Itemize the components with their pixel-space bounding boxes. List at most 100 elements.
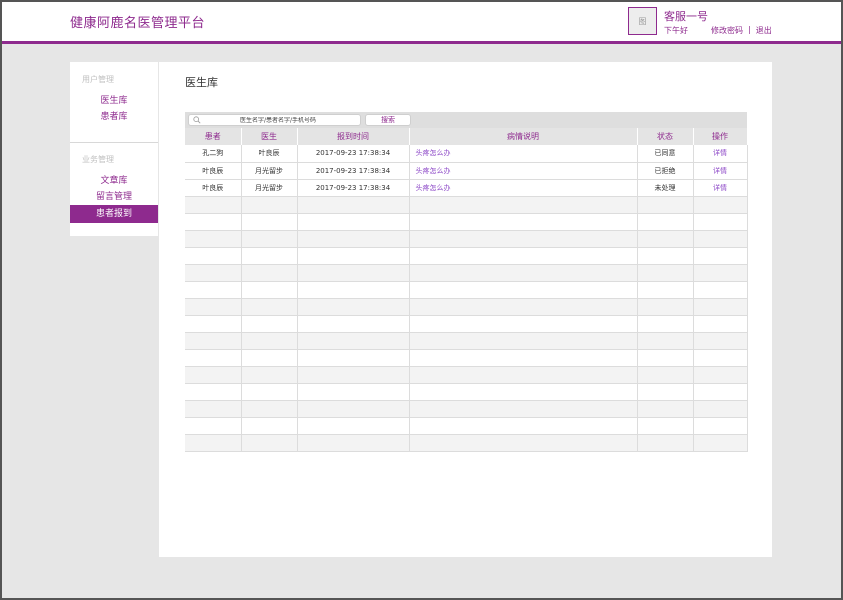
- column-header-patient[interactable]: 患者: [185, 128, 242, 145]
- empty-cell: [241, 349, 298, 367]
- empty-cell: [241, 213, 298, 231]
- main-panel: 医生库 搜索 患者 医生 报到时间 病情说明 状态 操作: [159, 62, 772, 557]
- empty-cell: [409, 264, 638, 282]
- empty-cell: [297, 315, 410, 333]
- empty-cell: [297, 230, 410, 248]
- image-icon: 图: [638, 16, 647, 26]
- empty-cell: [297, 213, 410, 231]
- empty-cell: [409, 281, 638, 299]
- empty-cell: [185, 213, 242, 231]
- empty-cell: [637, 383, 694, 401]
- empty-cell: [637, 196, 694, 214]
- empty-cell: [693, 264, 748, 282]
- empty-cell: [637, 315, 694, 333]
- sidebar-divider: [70, 142, 158, 143]
- empty-table-row: [185, 315, 748, 333]
- search-box: [188, 114, 361, 126]
- empty-cell: [185, 264, 242, 282]
- empty-table-row: [185, 332, 748, 350]
- empty-cell: [185, 434, 242, 452]
- change-password-link[interactable]: 修改密码: [711, 25, 743, 36]
- cell-patient: 叶良辰: [185, 162, 242, 180]
- sidebar-group-user: 用户管理 医生库 患者库: [70, 74, 158, 125]
- empty-cell: [693, 281, 748, 299]
- empty-cell: [637, 332, 694, 350]
- empty-cell: [693, 315, 748, 333]
- empty-cell: [185, 383, 242, 401]
- empty-cell: [693, 332, 748, 350]
- empty-cell: [185, 349, 242, 367]
- empty-table-row: [185, 264, 748, 282]
- empty-cell: [409, 332, 638, 350]
- empty-cell: [409, 383, 638, 401]
- empty-cell: [693, 298, 748, 316]
- empty-cell: [409, 213, 638, 231]
- cell-description-link[interactable]: 头疼怎么办: [409, 179, 638, 197]
- empty-cell: [409, 315, 638, 333]
- detail-link[interactable]: 详情: [693, 179, 748, 197]
- empty-cell: [185, 417, 242, 435]
- cell-time: 2017-09-23 17:38:34: [297, 179, 410, 197]
- logout-link[interactable]: 退出: [756, 25, 772, 36]
- empty-cell: [297, 298, 410, 316]
- cell-time: 2017-09-23 17:38:34: [297, 162, 410, 180]
- link-separator: |: [748, 25, 751, 34]
- sidebar-group-title: 用户管理: [82, 75, 114, 84]
- empty-cell: [693, 247, 748, 265]
- cell-description-link[interactable]: 头疼怎么办: [409, 162, 638, 180]
- app-title: 健康阿鹿名医管理平台: [70, 16, 206, 31]
- empty-cell: [637, 264, 694, 282]
- sidebar-group-business: 业务管理 文章库 留言管理 患者报到: [70, 154, 158, 223]
- search-icon: [193, 115, 203, 125]
- empty-cell: [409, 400, 638, 418]
- empty-cell: [241, 332, 298, 350]
- empty-cell: [409, 298, 638, 316]
- sidebar-item-article-library[interactable]: 文章库: [70, 173, 158, 189]
- sidebar-item-message-management[interactable]: 留言管理: [70, 189, 158, 205]
- empty-cell: [241, 196, 298, 214]
- table-row[interactable]: 孔二狗 叶良辰 2017-09-23 17:38:34 头疼怎么办 已同意 详情: [185, 145, 748, 163]
- cell-doctor: 月光留步: [241, 162, 298, 180]
- cell-status: 已同意: [637, 145, 694, 163]
- table-row[interactable]: 叶良辰 月光留步 2017-09-23 17:38:34 头疼怎么办 已拒绝 详…: [185, 162, 748, 180]
- sidebar-item-doctor-library[interactable]: 医生库: [70, 93, 158, 109]
- sidebar-item-patient-checkin[interactable]: 患者报到: [70, 205, 158, 223]
- column-header-checkin-time[interactable]: 报到时间: [297, 128, 410, 145]
- empty-cell: [693, 434, 748, 452]
- top-header: 健康阿鹿名医管理平台 图 客服一号 下午好 修改密码 | 退出: [0, 0, 843, 44]
- empty-cell: [297, 417, 410, 435]
- sidebar-item-patient-library[interactable]: 患者库: [70, 109, 158, 125]
- checkin-table: 患者 医生 报到时间 病情说明 状态 操作 孔二狗 叶良辰 2017-09-23…: [185, 128, 748, 452]
- search-toolbar: 搜索: [185, 112, 747, 128]
- avatar[interactable]: 图: [628, 7, 657, 35]
- empty-cell: [297, 366, 410, 384]
- empty-cell: [185, 298, 242, 316]
- search-input[interactable]: [203, 116, 353, 124]
- empty-table-row: [185, 281, 748, 299]
- search-button[interactable]: 搜索: [365, 114, 411, 126]
- sidebar-group-title: 业务管理: [82, 155, 114, 164]
- cell-description-link[interactable]: 头疼怎么办: [409, 145, 638, 163]
- empty-cell: [241, 400, 298, 418]
- empty-cell: [693, 383, 748, 401]
- empty-cell: [409, 349, 638, 367]
- detail-link[interactable]: 详情: [693, 162, 748, 180]
- table-row[interactable]: 叶良辰 月光留步 2017-09-23 17:38:34 头疼怎么办 未处理 详…: [185, 179, 748, 197]
- column-header-status[interactable]: 状态: [637, 128, 694, 145]
- empty-cell: [241, 230, 298, 248]
- column-header-action[interactable]: 操作: [693, 128, 748, 145]
- empty-cell: [241, 434, 298, 452]
- empty-cell: [297, 196, 410, 214]
- cell-patient: 孔二狗: [185, 145, 242, 163]
- empty-cell: [297, 247, 410, 265]
- detail-link[interactable]: 详情: [693, 145, 748, 163]
- cell-status: 已拒绝: [637, 162, 694, 180]
- column-header-description[interactable]: 病情说明: [409, 128, 638, 145]
- empty-cell: [185, 230, 242, 248]
- column-header-doctor[interactable]: 医生: [241, 128, 298, 145]
- empty-table-row: [185, 383, 748, 401]
- empty-cell: [637, 400, 694, 418]
- empty-cell: [297, 383, 410, 401]
- empty-table-row: [185, 213, 748, 231]
- empty-cell: [297, 264, 410, 282]
